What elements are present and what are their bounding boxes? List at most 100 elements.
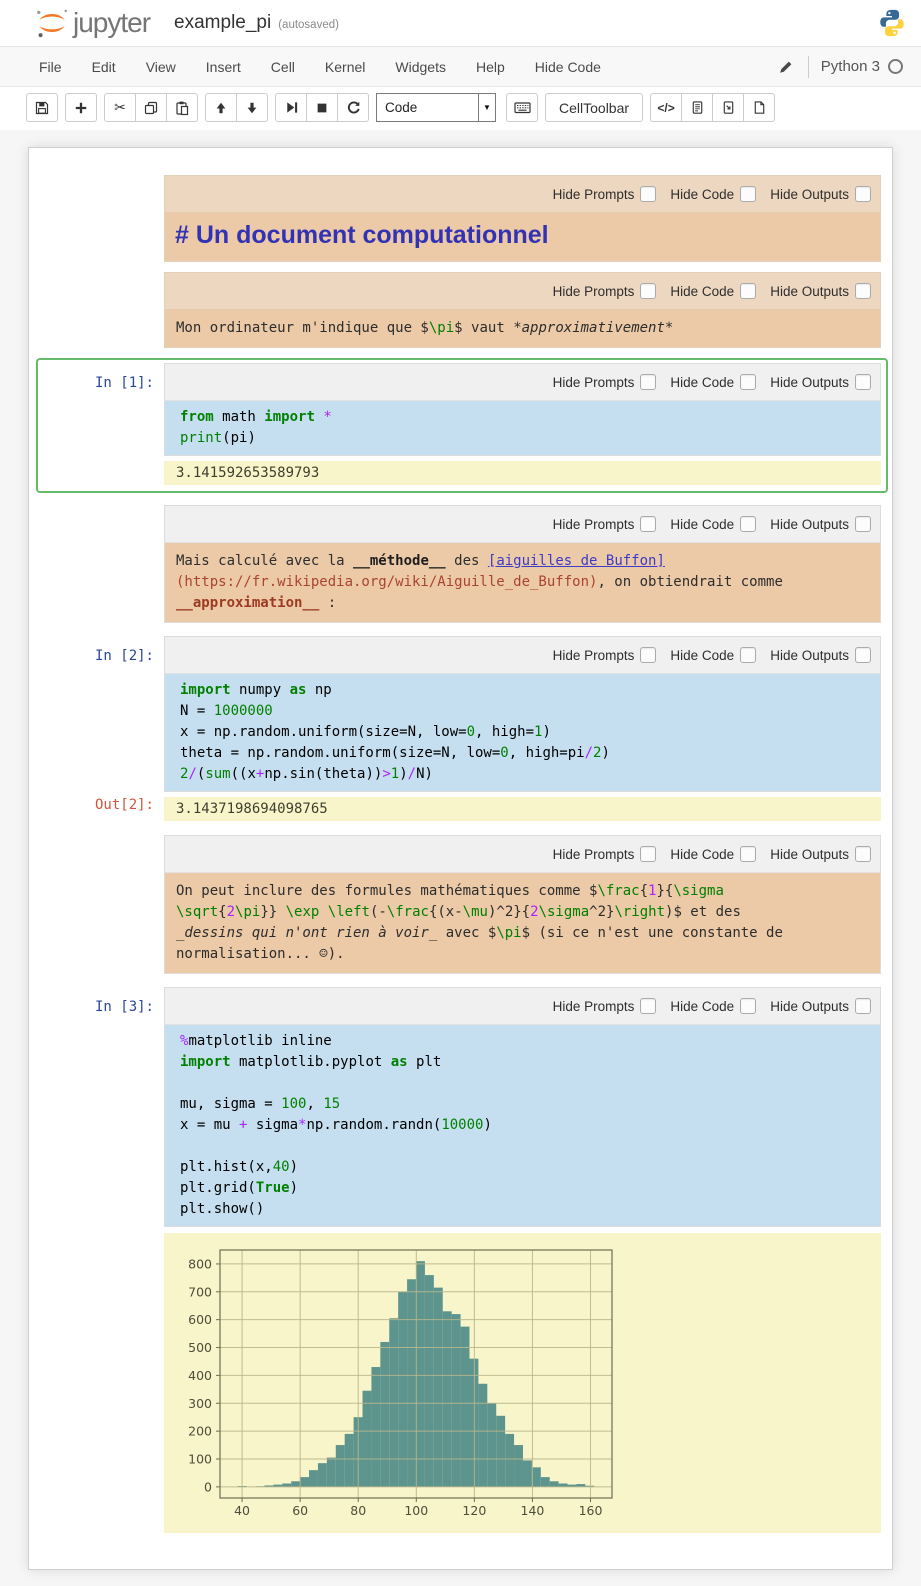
menu-item-help[interactable]: Help	[461, 59, 520, 75]
markdown-cell-title[interactable]: Hide PromptsHide CodeHide Outputs # Un d…	[41, 175, 881, 262]
app-header: jupyter example_pi (autosaved)	[0, 0, 921, 46]
toggle-code-button[interactable]: </>	[650, 93, 682, 122]
svg-text:60: 60	[292, 1503, 308, 1518]
code-editor-1[interactable]: from math import *print(pi)	[165, 401, 880, 455]
hide-prompts-checkbox[interactable]	[640, 647, 656, 663]
markdown-source-formula[interactable]: On peut inclure des formules mathématiqu…	[165, 873, 880, 973]
paste-cell-button[interactable]	[166, 93, 198, 122]
svg-text:100: 100	[188, 1451, 212, 1466]
restart-kernel-button[interactable]	[337, 93, 369, 122]
hide-code-label: Hide Code	[670, 284, 734, 299]
hide-code-checkbox[interactable]	[740, 283, 756, 299]
hide-code-checkbox[interactable]	[740, 516, 756, 532]
hide-prompts-label: Hide Prompts	[553, 187, 635, 202]
markdown-source-buffon[interactable]: Mais calculé avec la __méthode__ des [ai…	[165, 543, 880, 622]
move-cell-up-button[interactable]	[205, 93, 237, 122]
cut-cell-button[interactable]: ✂	[104, 93, 136, 122]
notebook-container: Hide PromptsHide CodeHide Outputs # Un d…	[28, 147, 893, 1570]
command-palette-button[interactable]	[506, 93, 538, 122]
cell-type-select[interactable]: Code ▼	[376, 93, 496, 122]
interrupt-kernel-button[interactable]	[306, 93, 338, 122]
svg-text:160: 160	[579, 1503, 603, 1518]
hide-prompts-checkbox[interactable]	[640, 186, 656, 202]
export-doc-button[interactable]	[681, 93, 713, 122]
hide-prompts-label: Hide Prompts	[553, 847, 635, 862]
scissors-icon: ✂	[114, 99, 126, 116]
python-logo	[877, 8, 907, 38]
svg-text:700: 700	[188, 1284, 212, 1299]
hide-code-label: Hide Code	[670, 847, 734, 862]
input-prompt: In [1]:	[41, 363, 164, 456]
prompt-spacer	[41, 175, 164, 262]
menu-item-hide-code[interactable]: Hide Code	[520, 59, 616, 75]
hide-prompts-checkbox[interactable]	[640, 998, 656, 1014]
hide-outputs-checkbox[interactable]	[855, 647, 871, 663]
hide-outputs-checkbox[interactable]	[855, 186, 871, 202]
new-doc-button[interactable]	[743, 93, 775, 122]
copy-cell-button[interactable]	[135, 93, 167, 122]
edit-mode-pencil-icon	[778, 59, 794, 75]
hide-outputs-label: Hide Outputs	[770, 375, 849, 390]
hide-prompts-label: Hide Prompts	[553, 517, 635, 532]
hide-code-checkbox[interactable]	[740, 647, 756, 663]
menu-item-insert[interactable]: Insert	[191, 59, 256, 75]
hide-code-checkbox[interactable]	[740, 998, 756, 1014]
menu-item-cell[interactable]: Cell	[256, 59, 310, 75]
hide-prompts-checkbox[interactable]	[640, 846, 656, 862]
code-cell-2[interactable]: In [2]: Hide PromptsHide CodeHide Output…	[41, 636, 881, 821]
notebook-title[interactable]: example_pi	[174, 12, 271, 34]
menu-item-view[interactable]: View	[131, 59, 191, 75]
cell-toolbar-strip: Hide PromptsHide CodeHide Outputs	[165, 506, 880, 543]
markdown-source-intro[interactable]: Mon ordinateur m'indique que $\pi$ vaut …	[165, 310, 880, 347]
menu-items: FileEditViewInsertCellKernelWidgetsHelpH…	[24, 59, 616, 75]
output-text-1: 3.141592653589793	[164, 461, 881, 485]
hide-prompts-checkbox[interactable]	[640, 374, 656, 390]
hide-outputs-checkbox[interactable]	[855, 374, 871, 390]
celltoolbar-label: CellToolbar	[559, 100, 629, 116]
move-cell-down-button[interactable]	[236, 93, 268, 122]
restart-icon	[346, 100, 361, 115]
hide-code-checkbox[interactable]	[740, 846, 756, 862]
blank-document-icon	[752, 100, 767, 115]
markdown-cell-formula[interactable]: Hide PromptsHide CodeHide Outputs On peu…	[41, 835, 881, 974]
prompt-spacer	[41, 505, 164, 623]
code-editor-3[interactable]: %matplotlib inlineimport matplotlib.pypl…	[165, 1025, 880, 1226]
save-button[interactable]	[26, 93, 58, 122]
cell-toolbar-strip: Hide PromptsHide CodeHide Outputs	[165, 273, 880, 310]
code-tag-icon: </>	[657, 101, 674, 115]
hide-code-checkbox[interactable]	[740, 186, 756, 202]
hide-outputs-checkbox[interactable]	[855, 283, 871, 299]
code-cell-3[interactable]: In [3]: Hide PromptsHide CodeHide Output…	[41, 987, 881, 1533]
prompt-spacer	[41, 272, 164, 348]
markdown-cell-buffon[interactable]: Hide PromptsHide CodeHide Outputs Mais c…	[41, 505, 881, 623]
svg-text:140: 140	[521, 1503, 545, 1518]
hide-prompts-checkbox[interactable]	[640, 516, 656, 532]
jupyter-logo[interactable]: jupyter	[34, 7, 150, 39]
hide-code-checkbox[interactable]	[740, 374, 756, 390]
add-cell-button[interactable]	[65, 93, 97, 122]
menu-item-edit[interactable]: Edit	[77, 59, 131, 75]
hide-prompts-checkbox[interactable]	[640, 283, 656, 299]
output-prompt-spacer	[41, 1227, 164, 1533]
celltoolbar-button[interactable]: CellToolbar	[545, 93, 643, 122]
cell-toolbar-strip: Hide PromptsHide CodeHide Outputs	[165, 988, 880, 1025]
svg-text:80: 80	[350, 1503, 366, 1518]
menu-item-file[interactable]: File	[24, 59, 77, 75]
svg-text:300: 300	[188, 1396, 212, 1411]
svg-text:100: 100	[404, 1503, 428, 1518]
code-editor-2[interactable]: import numpy as npN = 1000000x = np.rand…	[165, 674, 880, 791]
run-cell-button[interactable]	[275, 93, 307, 122]
hide-outputs-checkbox[interactable]	[855, 998, 871, 1014]
select-dropdown-arrow[interactable]: ▼	[478, 94, 495, 121]
menu-item-widgets[interactable]: Widgets	[380, 59, 461, 75]
menu-item-kernel[interactable]: Kernel	[310, 59, 380, 75]
jupyter-logo-text: jupyter	[73, 7, 150, 39]
hide-outputs-checkbox[interactable]	[855, 846, 871, 862]
markdown-source-title[interactable]: # Un document computationnel	[165, 213, 880, 261]
markdown-cell-intro[interactable]: Hide PromptsHide CodeHide Outputs Mon or…	[41, 272, 881, 348]
copy-icon	[143, 100, 159, 116]
export-pdf-button[interactable]	[712, 93, 744, 122]
hide-code-label: Hide Code	[670, 187, 734, 202]
hide-outputs-checkbox[interactable]	[855, 516, 871, 532]
selected-code-cell-1[interactable]: In [1]: Hide PromptsHide CodeHide Output…	[36, 358, 888, 493]
